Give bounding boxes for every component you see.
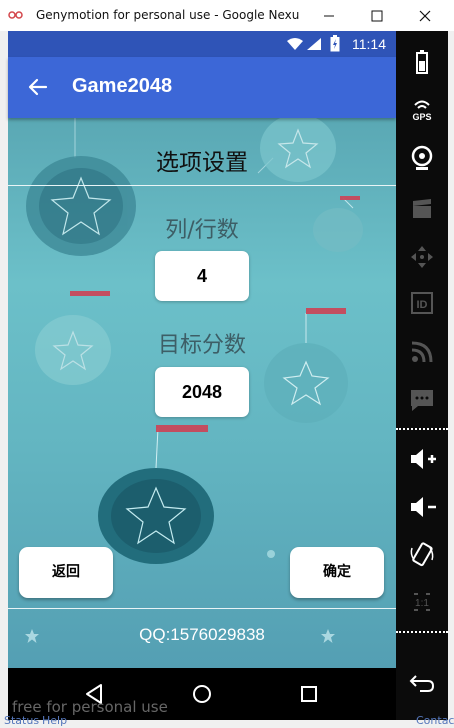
close-icon[interactable] <box>408 3 442 29</box>
confirm-button[interactable]: 确定 <box>290 547 384 598</box>
emulator-toolbar: GPS ID 1:1 <box>396 31 448 720</box>
back-arrow-icon[interactable] <box>26 75 50 99</box>
header-divider <box>8 185 396 186</box>
status-time: 11:14 <box>352 36 386 52</box>
contact-text: QQ:1576029838 <box>139 625 265 644</box>
rotate-icon[interactable] <box>406 538 438 570</box>
back-button[interactable]: 返回 <box>19 547 113 598</box>
id-icon[interactable]: ID <box>406 287 438 319</box>
wifi-icon <box>287 38 303 50</box>
gps-icon[interactable]: GPS <box>406 93 438 125</box>
rss-icon[interactable] <box>406 336 438 368</box>
toolbar-separator <box>396 631 448 633</box>
volume-up-icon[interactable] <box>406 443 438 475</box>
volume-down-icon[interactable] <box>406 491 438 523</box>
battery-icon[interactable] <box>406 47 438 79</box>
page-title: 选项设置 <box>156 150 248 176</box>
battery-charging-icon <box>330 35 340 52</box>
back-arrow-icon[interactable] <box>406 667 438 699</box>
grid-size-label: 列/行数 <box>165 218 239 243</box>
clapper-icon[interactable] <box>406 193 438 225</box>
id-label: ID <box>417 299 428 311</box>
nav-recents-icon[interactable] <box>295 680 323 708</box>
webcam-icon[interactable] <box>406 141 438 173</box>
android-status-bar: 11:14 <box>8 31 396 57</box>
nav-home-icon[interactable] <box>188 680 216 708</box>
window-titlebar: Genymotion for personal use - Google Nex… <box>0 0 454 31</box>
message-icon[interactable] <box>406 384 438 416</box>
help-link[interactable]: Help <box>42 714 67 727</box>
app-toolbar: Game2048 <box>8 57 396 118</box>
window-title: Genymotion for personal use - Google Nex… <box>36 8 300 22</box>
minimize-icon[interactable] <box>312 3 346 29</box>
contact-link[interactable]: Contact <box>416 714 454 727</box>
genymotion-icon <box>8 11 23 19</box>
toolbar-separator <box>396 428 448 430</box>
dpad-icon[interactable] <box>406 241 438 273</box>
app-title: Game2048 <box>72 75 173 97</box>
scale-label: 1:1 <box>415 598 429 609</box>
scale-icon[interactable]: 1:1 <box>406 586 438 618</box>
gps-label: GPS <box>412 112 431 122</box>
footer-divider <box>8 608 396 609</box>
maximize-icon[interactable] <box>360 3 394 29</box>
settings-screen: 选项设置 列/行数 4 目标分数 2048 返回 确定 QQ:157602983… <box>8 118 396 668</box>
signal-icon <box>307 38 321 50</box>
target-score-input[interactable]: 2048 <box>155 367 249 417</box>
target-score-label: 目标分数 <box>157 333 246 358</box>
balloon-bottom <box>98 427 214 564</box>
grid-size-input[interactable]: 4 <box>155 251 249 301</box>
status-link[interactable]: Status <box>4 714 39 727</box>
